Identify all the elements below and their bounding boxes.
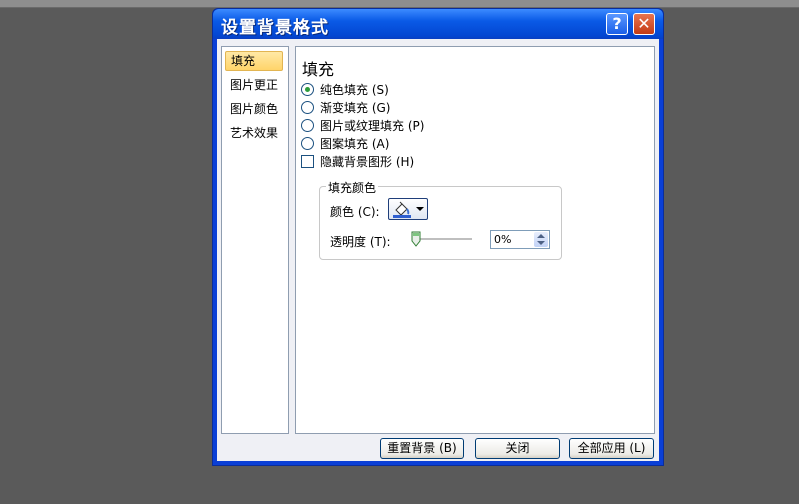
gradient-fill-radio[interactable]: 渐变填充 (G) [301, 100, 390, 116]
nav-item-fill[interactable]: 填充 [225, 51, 283, 71]
radio-checked-icon [301, 83, 314, 96]
gradient-fill-label: 渐变填充 (G) [320, 101, 391, 115]
transparency-spinbox[interactable]: 0% [490, 230, 550, 249]
chevron-down-icon[interactable] [537, 241, 545, 245]
category-list: 填充 图片更正 图片颜色 艺术效果 [221, 46, 289, 434]
radio-icon [301, 137, 314, 150]
color-label: 颜色 (C): [330, 205, 380, 219]
fill-color-group: 填充颜色 颜色 (C): 透明度 (T): 0% [319, 179, 562, 260]
close-button[interactable]: 关闭 [475, 438, 560, 459]
fill-settings-panel: 填充 纯色填充 (S) 渐变填充 (G) 图片或纹理填充 (P) 图案填充 (A… [295, 46, 655, 434]
hide-background-graphics-checkbox[interactable]: 隐藏背景图形 (H) [301, 154, 414, 170]
color-picker-button[interactable] [388, 198, 428, 220]
transparency-slider-thumb[interactable] [411, 231, 421, 247]
nav-item-picture-color[interactable]: 图片颜色 [225, 99, 283, 119]
transparency-slider-track[interactable] [412, 238, 472, 241]
transparency-label: 透明度 (T): [330, 235, 391, 249]
hide-background-graphics-label: 隐藏背景图形 (H) [320, 155, 415, 169]
help-button[interactable]: ? [606, 13, 628, 35]
chevron-up-icon[interactable] [537, 234, 545, 238]
paint-bucket-icon [393, 201, 411, 218]
solid-fill-label: 纯色填充 (S) [320, 83, 389, 97]
transparency-value: 0% [494, 233, 512, 246]
pattern-fill-radio[interactable]: 图案填充 (A) [301, 136, 389, 152]
reset-background-button[interactable]: 重置背景 (B) [380, 438, 464, 459]
format-background-dialog: 设置背景格式 ? ✕ 填充 图片更正 图片颜色 艺术效果 填充 纯色填充 (S)… [212, 8, 664, 466]
radio-icon [301, 101, 314, 114]
apply-to-all-button[interactable]: 全部应用 (L) [569, 438, 654, 459]
dialog-body: 填充 图片更正 图片颜色 艺术效果 填充 纯色填充 (S) 渐变填充 (G) 图… [217, 39, 659, 461]
title-bar[interactable]: 设置背景格式 ? ✕ [213, 9, 663, 39]
radio-icon [301, 119, 314, 132]
fill-color-legend: 填充颜色 [326, 179, 379, 196]
picture-texture-fill-label: 图片或纹理填充 (P) [320, 119, 425, 133]
pattern-fill-label: 图案填充 (A) [320, 137, 390, 151]
dialog-title: 设置背景格式 [221, 18, 329, 38]
close-icon[interactable]: ✕ [633, 13, 655, 35]
checkbox-icon [301, 155, 314, 168]
nav-item-artistic-effects[interactable]: 艺术效果 [225, 123, 283, 143]
picture-texture-fill-radio[interactable]: 图片或纹理填充 (P) [301, 118, 424, 134]
nav-item-picture-corrections[interactable]: 图片更正 [225, 75, 283, 95]
top-strip [0, 0, 799, 8]
section-title: 填充 [302, 60, 335, 79]
solid-fill-radio[interactable]: 纯色填充 (S) [301, 82, 389, 98]
spin-buttons[interactable] [534, 232, 548, 247]
chevron-down-icon [416, 207, 424, 211]
